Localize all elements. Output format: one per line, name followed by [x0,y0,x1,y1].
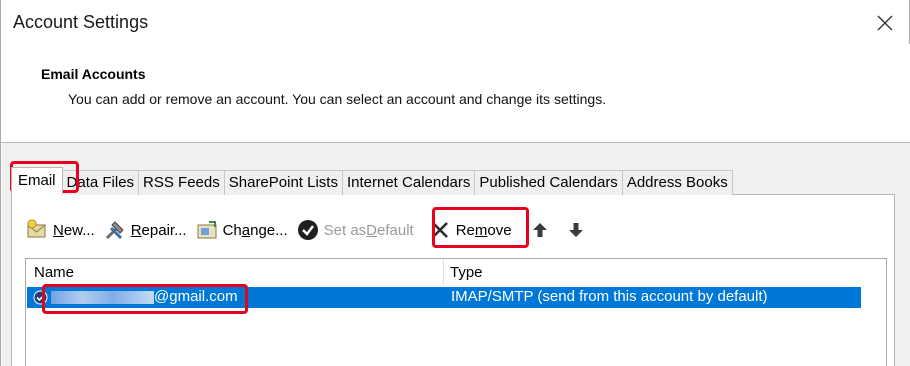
change-account-icon [195,218,219,242]
change-label-post: nge... [250,221,288,239]
new-button[interactable]: New... [25,217,95,243]
tab-bar: Email Data Files RSS Feeds SharePoint Li… [11,167,733,195]
header-section: Email Accounts You can add or remove an … [1,44,910,142]
arrow-up-icon [528,218,552,242]
repair-label-key: R [130,221,142,239]
set-default-label-key: D [366,221,378,239]
section-title: Email Accounts [41,66,146,82]
repair-tools-icon [103,218,127,242]
repair-label-post: epair... [141,221,187,239]
set-as-default-button[interactable]: Set as Default [296,217,414,243]
column-header-name[interactable]: Name [34,264,74,281]
section-description: You can add or remove an account. You ca… [68,91,607,107]
redacted-email-user [51,291,154,304]
change-button[interactable]: Ch a nge... [195,217,288,243]
tab-published-calendars[interactable]: Published Calendars [474,170,623,195]
close-button[interactable] [865,6,905,40]
account-email: @gmail.com [154,288,238,305]
accounts-list[interactable]: Name Type @gmail.com IMAP/SMTP (send fro… [25,258,887,366]
toolbar: New... Repair... Ch a nge... Set as D ef… [25,216,600,244]
move-up-button[interactable] [528,217,556,243]
new-label-key: N [53,221,64,239]
tab-internet-calendars[interactable]: Internet Calendars [341,170,476,195]
set-default-label-pre: Set as [323,221,367,239]
remove-label-pre: Re [455,221,475,239]
checkmark-icon [296,218,320,242]
tab-rss-feeds[interactable]: RSS Feeds [138,170,225,195]
set-default-label-post: efault [377,221,414,239]
window-title: Account Settings [13,12,149,32]
tab-address-books[interactable]: Address Books [621,170,733,195]
close-icon [877,15,893,31]
remove-label-key: m [474,221,488,239]
account-settings-window: Account Settings Email Accounts You can … [0,0,910,366]
move-down-button[interactable] [564,217,592,243]
change-label-key: a [241,221,251,239]
account-type: IMAP/SMTP (send from this account by def… [451,288,768,305]
table-row[interactable]: @gmail.com IMAP/SMTP (send from this acc… [27,287,861,308]
tab-email[interactable]: Email [11,167,63,195]
column-divider[interactable] [443,259,444,285]
arrow-down-icon [564,218,588,242]
tab-sharepoint-lists[interactable]: SharePoint Lists [223,170,343,195]
tab-data-files[interactable]: Data Files [61,170,140,195]
remove-label-post: ove [487,221,512,239]
new-account-icon [25,218,49,242]
default-account-check-icon [33,290,48,305]
column-header-type[interactable]: Type [450,264,483,281]
new-label-post: ew... [63,221,95,239]
list-header: Name Type [26,259,886,285]
change-label-pre: Ch [222,221,242,239]
repair-button[interactable]: Repair... [103,217,187,243]
remove-button[interactable]: Re m ove [428,217,512,243]
remove-x-icon [428,218,452,242]
